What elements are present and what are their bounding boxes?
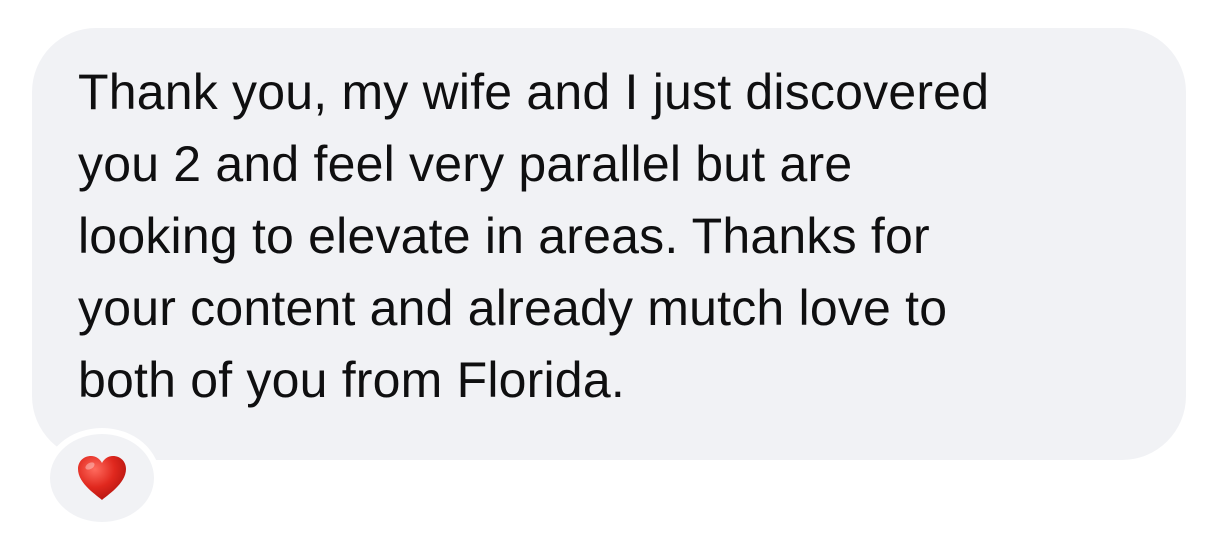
reaction-badge-inner bbox=[50, 434, 154, 522]
red-heart-icon bbox=[78, 456, 126, 500]
message-line: Thank you, my wife and I just discovered bbox=[78, 64, 990, 120]
message-text: Thank you, my wife and I just discovered… bbox=[78, 56, 989, 416]
message-line: both of you from Florida. bbox=[78, 352, 625, 408]
message-line: your content and already mutch love to bbox=[78, 280, 948, 336]
message-line: you 2 and feel very parallel but are bbox=[78, 136, 853, 192]
reaction-badge[interactable] bbox=[44, 428, 160, 528]
message-line: looking to elevate in areas. Thanks for bbox=[78, 208, 930, 264]
